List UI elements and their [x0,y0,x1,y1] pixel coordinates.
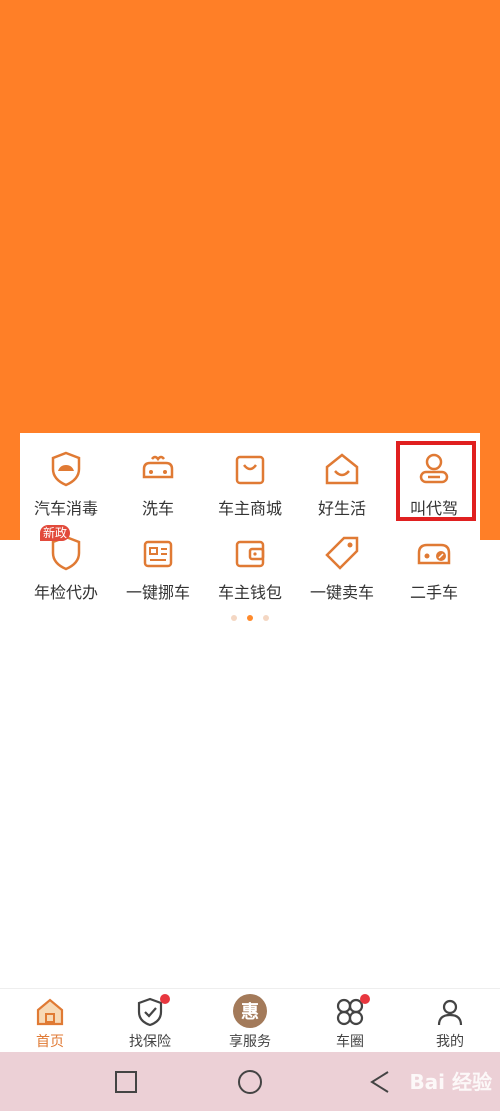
hui-icon: 惠 [233,994,267,1028]
shield-car-icon [46,449,86,489]
home-icon [34,996,66,1028]
user-icon [434,996,466,1028]
tag-icon [322,533,362,573]
service-item-annual-inspection[interactable]: 新政 年检代办 [20,517,112,602]
notification-dot [360,994,370,1004]
tab-me[interactable]: 我的 [400,989,500,1053]
watermark: Bai 经验 [409,1070,492,1094]
clover-icon [334,994,370,1028]
notification-dot [160,994,170,1004]
car-wash-icon [138,449,178,489]
system-navigation-bar: Bai 经验 [0,1052,500,1111]
id-card-icon [138,533,178,573]
tab-services[interactable]: 惠 享服务 [200,989,300,1053]
tab-car-circle[interactable]: 车圈 [300,989,400,1053]
service-item-car-disinfect[interactable]: 汽车消毒 [20,433,112,518]
inspection-shield-icon: 新政 [40,525,86,573]
service-item-mall[interactable]: 车主商城 [204,433,296,518]
service-item-move-car[interactable]: 一键挪车 [112,517,204,602]
used-car-icon [414,533,454,573]
tab-home[interactable]: 首页 [0,989,100,1053]
service-item-used-car[interactable]: 二手车 [388,517,480,602]
wallet-icon [230,533,270,573]
shopping-bag-icon [230,449,270,489]
service-grid-card: 汽车消毒 洗车 车主商城 好生活 叫代驾 新政 年检代办 一键挪车 车主钱包 一… [20,433,480,622]
service-item-car-wash[interactable]: 洗车 [112,433,204,518]
service-item-wallet[interactable]: 车主钱包 [204,517,296,602]
new-policy-badge: 新政 [40,525,71,541]
service-item-good-life[interactable]: 好生活 [296,433,388,518]
page-dot [231,615,237,621]
tab-insurance[interactable]: 找保险 [100,989,200,1053]
home-circle-icon[interactable] [236,1068,264,1096]
service-item-sell-car[interactable]: 一键卖车 [296,517,388,602]
bottom-tab-bar: 首页 找保险 惠 享服务 车圈 我的 [0,988,500,1053]
page-dot-active [247,615,253,621]
page-dot [263,615,269,621]
shield-check-icon [134,994,170,1028]
highlight-box [396,441,476,521]
back-icon[interactable] [366,1068,394,1096]
recent-apps-icon[interactable] [112,1068,140,1096]
page-indicator [20,615,480,623]
house-smile-icon [322,449,362,489]
